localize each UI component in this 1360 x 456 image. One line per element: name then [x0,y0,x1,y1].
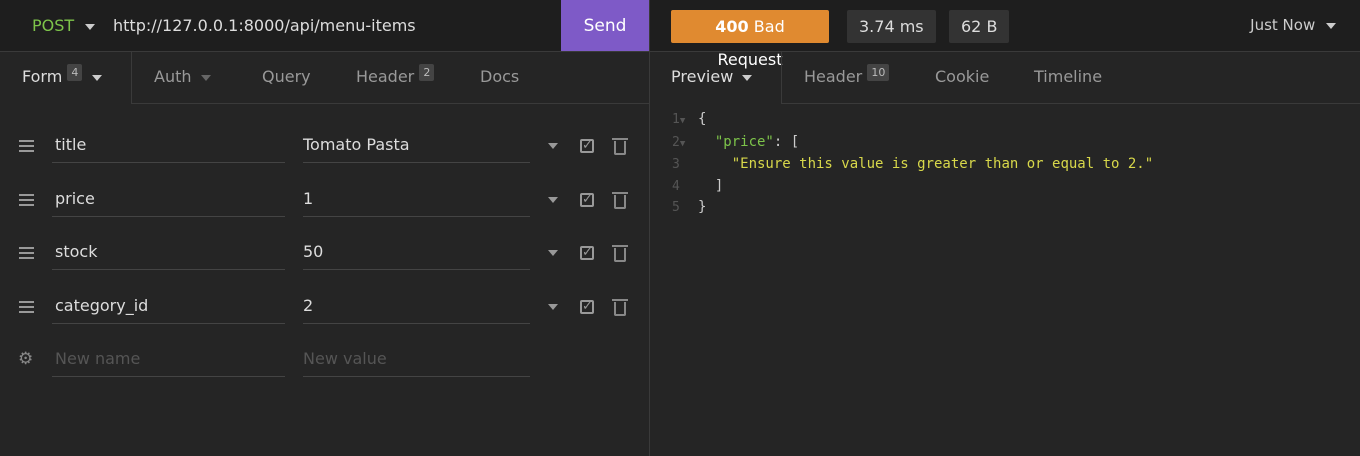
line-number: 1 [672,112,680,127]
trash-icon[interactable] [612,245,628,262]
chevron-down-icon [1326,22,1336,29]
code-text: : [ [773,133,800,150]
param-name-input[interactable]: stock [52,236,285,270]
form-row: category_id 2 ✓ [0,290,649,344]
new-name-input[interactable]: New name [52,343,285,377]
tab-auth[interactable]: Auth [154,52,211,104]
tab-label: Form [22,67,63,86]
tab-label: Auth [154,67,192,86]
form-row: title Tomato Pasta ✓ [0,129,649,183]
drag-handle-icon[interactable] [19,194,34,209]
code-line: 3 "Ensure this value is greater than or … [672,154,1153,176]
line-number: 4 [672,178,680,194]
response-size: 62 B [949,10,1010,43]
gear-icon[interactable]: ⚙ [18,349,33,369]
checkbox-checked-icon[interactable]: ✓ [580,246,594,260]
trash-icon[interactable] [612,299,628,316]
fold-icon[interactable]: ▼ [680,139,685,149]
tab-cookie[interactable]: Cookie [935,52,989,104]
param-value-input[interactable]: 1 [303,183,530,217]
new-param-row: ⚙ New name New value [0,343,649,397]
tab-preview[interactable]: Preview [671,52,753,104]
chevron-down-icon [85,23,96,30]
param-name-input[interactable]: title [52,129,285,163]
code-line: 1▼ { [672,109,1153,132]
json-key: "price" [714,133,774,150]
trash-icon[interactable] [612,138,628,155]
code-line: 2▼ "price": [ [672,132,1153,155]
chevron-down-icon[interactable] [548,143,558,149]
tab-label: Preview [671,67,734,86]
count-badge: 2 [419,64,435,81]
code-line: 5} [672,197,1153,219]
chevron-down-icon[interactable] [548,250,558,256]
param-value-input[interactable]: 2 [303,290,530,324]
url-input[interactable]: http://127.0.0.1:8000/api/menu-items [113,16,416,35]
json-string: "Ensure this value is greater than or eq… [731,156,1154,172]
tab-label: Header [356,67,415,86]
response-preview: 1▼{ 2▼ "price": [ 3 "Ensure this value i… [672,109,1153,219]
history-dropdown[interactable]: Just Now [1250,16,1336,34]
param-name-input[interactable]: category_id [52,290,285,324]
line-number: 2 [672,134,680,150]
line-number: 5 [672,200,680,215]
param-value-input[interactable]: Tomato Pasta [303,129,530,163]
code-text: } [698,199,707,215]
drag-handle-icon[interactable] [19,247,34,262]
tab-underline [131,103,649,104]
count-badge: 4 [67,64,83,81]
code-text: { [698,111,707,127]
chevron-down-icon[interactable] [548,197,558,203]
drag-handle-icon[interactable] [19,140,34,155]
tab-timeline[interactable]: Timeline [1034,52,1102,104]
count-badge: 10 [867,64,890,81]
form-row: price 1 ✓ [0,183,649,237]
param-name-input[interactable]: price [52,183,285,217]
method-select[interactable]: POST [32,16,96,35]
response-time: 3.74 ms [847,10,936,43]
chevron-down-icon [200,74,211,81]
request-tabs: Form 4 Auth Query Header 2 Docs [0,52,649,104]
drag-handle-icon[interactable] [19,301,34,316]
tab-separator [781,52,782,104]
tab-header[interactable]: Header 2 [356,52,435,104]
line-number: 3 [672,157,680,172]
code-text: ] [714,177,724,194]
checkbox-checked-icon[interactable]: ✓ [580,300,594,314]
tab-separator [131,52,132,104]
chevron-down-icon [742,74,753,81]
tab-docs[interactable]: Docs [480,52,519,104]
tab-form[interactable]: Form 4 [22,52,102,104]
checkbox-checked-icon[interactable]: ✓ [580,193,594,207]
response-tabs: Preview Header 10 Cookie Timeline [650,52,1360,104]
trash-icon[interactable] [612,192,628,209]
send-button[interactable]: Send [561,0,649,51]
status-code: 400 [715,17,749,36]
tab-label: Header [804,67,863,86]
param-value-input[interactable]: 50 [303,236,530,270]
chevron-down-icon [91,74,102,81]
fold-icon[interactable]: ▼ [680,116,685,126]
chevron-down-icon[interactable] [548,304,558,310]
checkbox-checked-icon[interactable]: ✓ [580,139,594,153]
tab-query[interactable]: Query [262,52,311,104]
method-label: POST [32,16,75,35]
status-badge: 400 Bad Request [671,10,829,69]
tab-underline [781,103,1360,104]
new-value-input[interactable]: New value [303,343,530,377]
code-line: 4 ] [672,176,1153,198]
history-label: Just Now [1250,16,1316,34]
form-row: stock 50 ✓ [0,236,649,290]
tab-response-header[interactable]: Header 10 [804,52,890,104]
